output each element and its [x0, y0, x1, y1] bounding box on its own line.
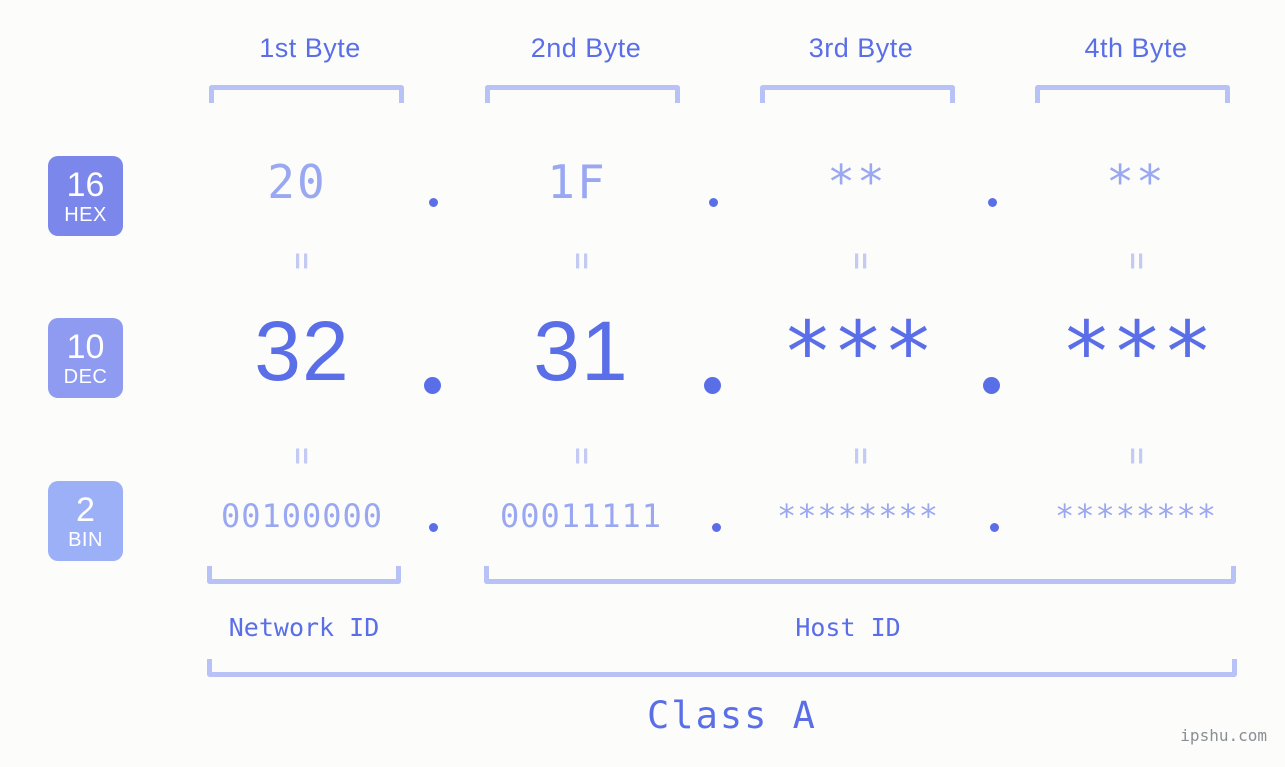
- ip-address-breakdown-diagram: 1st Byte 2nd Byte 3rd Byte 4th Byte 16 H…: [0, 0, 1285, 767]
- hex-separator-dot-2: [709, 198, 718, 207]
- bin-byte-3-value: ********: [776, 497, 940, 535]
- radix-badge-dec-number: 10: [66, 327, 105, 366]
- bin-byte-4-value: ********: [1054, 497, 1218, 535]
- byte-bracket-3: [760, 85, 955, 103]
- hex-byte-2-value: 1F: [547, 155, 607, 209]
- network-id-label: Network ID: [228, 613, 380, 642]
- radix-badge-dec-name: DEC: [63, 365, 108, 388]
- site-watermark: ipshu.com: [1180, 726, 1267, 745]
- byte-header-3: 3rd Byte: [808, 33, 914, 63]
- radix-badge-hex-name: HEX: [64, 203, 107, 226]
- equality-mark-dec-bin-2: =: [565, 447, 598, 465]
- byte-bracket-1: [209, 85, 404, 103]
- bin-separator-dot-2: [712, 523, 721, 532]
- equality-mark-hex-dec-2: =: [565, 252, 598, 270]
- hex-byte-1-value: 20: [267, 155, 327, 209]
- host-id-bracket: [484, 566, 1236, 584]
- dec-byte-1-value: 32: [254, 304, 350, 398]
- host-id-label: Host ID: [795, 613, 901, 642]
- dec-separator-dot-1: [424, 377, 441, 394]
- class-bracket: [207, 659, 1237, 677]
- radix-badge-hex: 16 HEX: [48, 156, 123, 236]
- bin-separator-dot-3: [990, 523, 999, 532]
- hex-separator-dot-3: [988, 198, 997, 207]
- byte-header-1: 1st Byte: [259, 33, 361, 63]
- bin-byte-1-value: 00100000: [220, 497, 384, 535]
- radix-badge-bin-number: 2: [76, 490, 95, 529]
- network-id-bracket: [207, 566, 401, 584]
- byte-bracket-4: [1035, 85, 1230, 103]
- hex-byte-3-value: **: [827, 155, 887, 209]
- equality-mark-dec-bin-4: =: [1120, 447, 1153, 465]
- hex-byte-4-value: **: [1106, 155, 1166, 209]
- dec-separator-dot-3: [983, 377, 1000, 394]
- hex-separator-dot-1: [429, 198, 438, 207]
- byte-bracket-2: [485, 85, 680, 103]
- radix-badge-bin-name: BIN: [68, 528, 103, 551]
- equality-mark-dec-bin-3: =: [844, 447, 877, 465]
- equality-mark-hex-dec-3: =: [844, 252, 877, 270]
- byte-header-4: 4th Byte: [1084, 33, 1188, 63]
- radix-badge-bin: 2 BIN: [48, 481, 123, 561]
- equality-mark-hex-dec-1: =: [285, 252, 318, 270]
- class-label: Class A: [647, 694, 817, 737]
- equality-mark-hex-dec-4: =: [1120, 252, 1153, 270]
- radix-badge-dec: 10 DEC: [48, 318, 123, 398]
- dec-byte-2-value: 31: [533, 304, 629, 398]
- equality-mark-dec-bin-1: =: [285, 447, 318, 465]
- bin-byte-2-value: 00011111: [499, 497, 663, 535]
- bin-separator-dot-1: [429, 523, 438, 532]
- dec-byte-4-value: ***: [1061, 303, 1213, 401]
- byte-header-2: 2nd Byte: [530, 33, 642, 63]
- dec-separator-dot-2: [704, 377, 721, 394]
- radix-badge-hex-number: 16: [66, 165, 105, 204]
- dec-byte-3-value: ***: [782, 303, 934, 401]
